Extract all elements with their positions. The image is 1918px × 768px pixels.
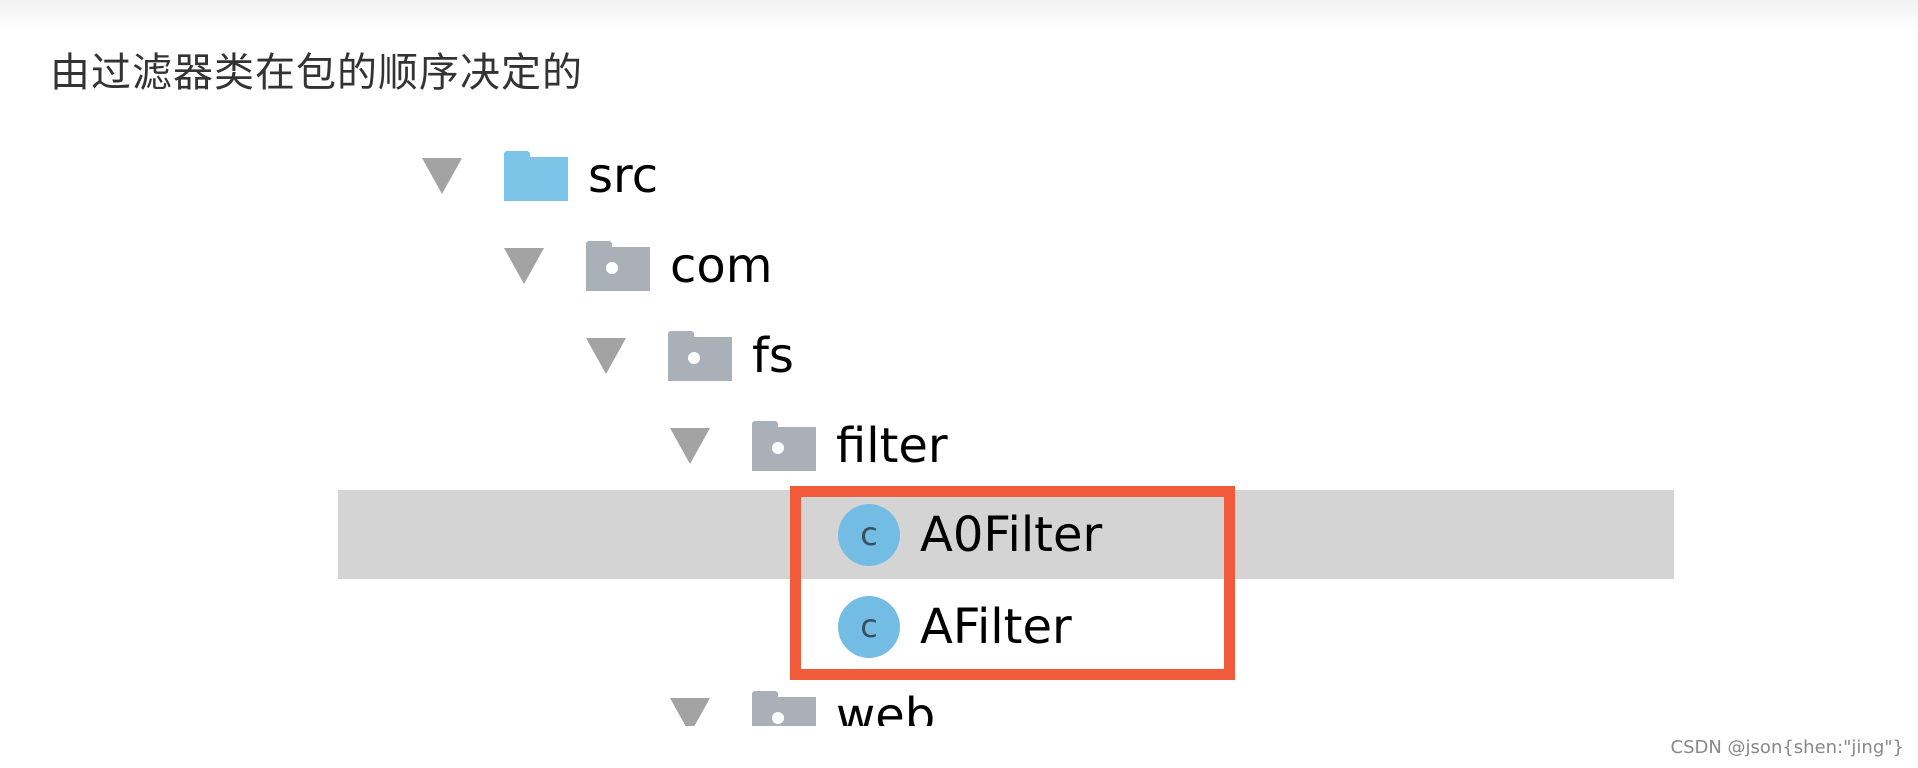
watermark: CSDN @json{shen:"jing"} <box>1670 737 1904 758</box>
tree-node-label: com <box>670 238 773 294</box>
highlight-box <box>790 486 1235 680</box>
tree-node-com[interactable]: com <box>504 226 773 306</box>
package-icon <box>752 421 816 471</box>
package-icon <box>586 241 650 291</box>
tree-node-label: filter <box>836 418 948 474</box>
expand-arrow-icon[interactable] <box>422 158 462 194</box>
package-icon <box>752 691 816 726</box>
tree-node-filter[interactable]: filter <box>670 406 948 486</box>
package-icon <box>668 331 732 381</box>
tree-node-label: web <box>836 688 936 726</box>
expand-arrow-icon[interactable] <box>670 698 710 726</box>
tree-node-label: fs <box>752 328 794 384</box>
tree-node-src[interactable]: src <box>422 136 658 216</box>
tree-node-label: src <box>588 148 659 204</box>
tree-node-fs[interactable]: fs <box>586 316 794 396</box>
source-folder-icon <box>504 151 568 201</box>
expand-arrow-icon[interactable] <box>504 248 544 284</box>
expand-arrow-icon[interactable] <box>670 428 710 464</box>
project-tree: src com fs filter c A0Filter c AFilter w… <box>0 0 1918 726</box>
expand-arrow-icon[interactable] <box>586 338 626 374</box>
tree-node-web[interactable]: web <box>670 676 935 726</box>
